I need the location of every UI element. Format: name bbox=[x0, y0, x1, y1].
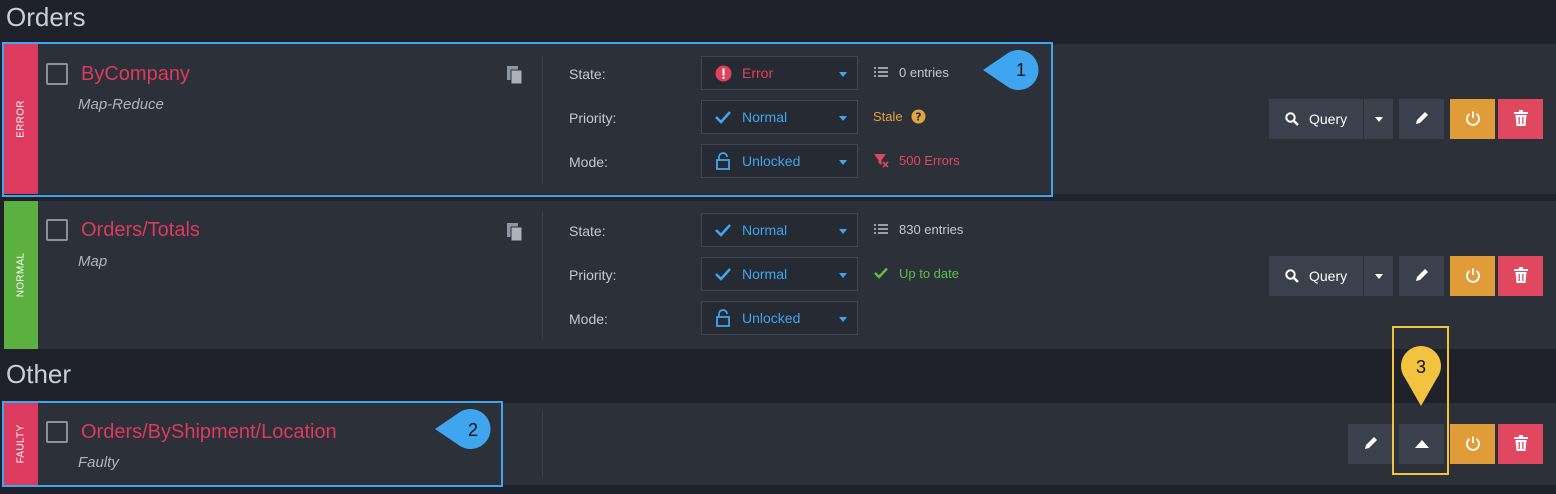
trash-icon bbox=[1513, 266, 1528, 286]
state-dropdown[interactable]: Normal bbox=[701, 213, 858, 247]
query-label: Query bbox=[1309, 111, 1348, 127]
column-divider bbox=[542, 412, 543, 476]
chevron-down-icon bbox=[839, 229, 847, 234]
callout-number-2: 2 bbox=[467, 419, 478, 440]
state-label: State: bbox=[569, 223, 606, 239]
callout-highlight-2 bbox=[2, 401, 503, 487]
mode-value: Unlocked bbox=[742, 310, 801, 326]
entries-info: 830 entries bbox=[873, 221, 963, 237]
query-label: Query bbox=[1309, 268, 1348, 284]
priority-label: Priority: bbox=[569, 267, 617, 283]
column-divider bbox=[542, 211, 543, 339]
pencil-icon bbox=[1414, 110, 1430, 129]
status-strip-normal: NORMAL bbox=[4, 201, 38, 349]
trash-icon bbox=[1513, 109, 1528, 129]
index-row-orders-totals: NORMAL Orders/Totals Map State: Normal P… bbox=[4, 201, 1556, 349]
chevron-down-icon bbox=[839, 317, 847, 322]
callout-highlight-1 bbox=[2, 42, 1053, 197]
mode-label: Mode: bbox=[569, 311, 608, 327]
query-button[interactable]: Query bbox=[1269, 99, 1363, 139]
power-icon bbox=[1465, 110, 1481, 129]
caret-down-icon bbox=[1374, 116, 1383, 122]
search-icon bbox=[1285, 112, 1299, 126]
group-title-other: Other bbox=[6, 359, 72, 389]
callout-number-1: 1 bbox=[1015, 59, 1026, 80]
staleness-text: Up to date bbox=[899, 265, 959, 281]
delete-button[interactable] bbox=[1498, 424, 1543, 464]
query-options-button[interactable] bbox=[1364, 256, 1393, 296]
delete-button[interactable] bbox=[1498, 256, 1543, 296]
unlock-icon bbox=[714, 309, 732, 327]
select-checkbox[interactable] bbox=[46, 219, 68, 241]
pencil-icon bbox=[1414, 267, 1430, 286]
chevron-down-icon bbox=[839, 273, 847, 278]
edit-button[interactable] bbox=[1399, 99, 1444, 139]
edit-button[interactable] bbox=[1348, 424, 1393, 464]
pencil-icon bbox=[1363, 435, 1379, 454]
priority-dropdown[interactable]: Normal bbox=[701, 257, 858, 291]
power-icon bbox=[1465, 267, 1481, 286]
trash-icon bbox=[1513, 434, 1528, 454]
disable-button[interactable] bbox=[1450, 256, 1495, 296]
check-icon bbox=[873, 265, 889, 281]
query-options-button[interactable] bbox=[1364, 99, 1393, 139]
search-icon bbox=[1285, 269, 1299, 283]
edit-button[interactable] bbox=[1399, 256, 1444, 296]
delete-button[interactable] bbox=[1498, 99, 1543, 139]
staleness-info: Up to date bbox=[873, 265, 959, 281]
caret-down-icon bbox=[1374, 273, 1383, 279]
list-icon bbox=[873, 221, 889, 237]
disable-button[interactable] bbox=[1450, 99, 1495, 139]
check-icon bbox=[714, 265, 732, 283]
mode-dropdown[interactable]: Unlocked bbox=[701, 301, 858, 335]
status-strip-label: NORMAL bbox=[15, 252, 27, 298]
index-name-link[interactable]: Orders/Totals bbox=[81, 219, 200, 242]
group-title-orders: Orders bbox=[6, 2, 86, 32]
index-type-label: Map bbox=[78, 253, 108, 270]
priority-value: Normal bbox=[742, 266, 788, 282]
query-button[interactable]: Query bbox=[1269, 256, 1363, 296]
power-icon bbox=[1465, 435, 1481, 454]
callout-number-3: 3 bbox=[1415, 356, 1426, 377]
check-icon bbox=[714, 221, 732, 239]
disable-button[interactable] bbox=[1450, 424, 1495, 464]
entries-count: 830 entries bbox=[899, 221, 964, 237]
copy-icon[interactable] bbox=[506, 222, 524, 242]
state-value: Normal bbox=[742, 222, 788, 238]
